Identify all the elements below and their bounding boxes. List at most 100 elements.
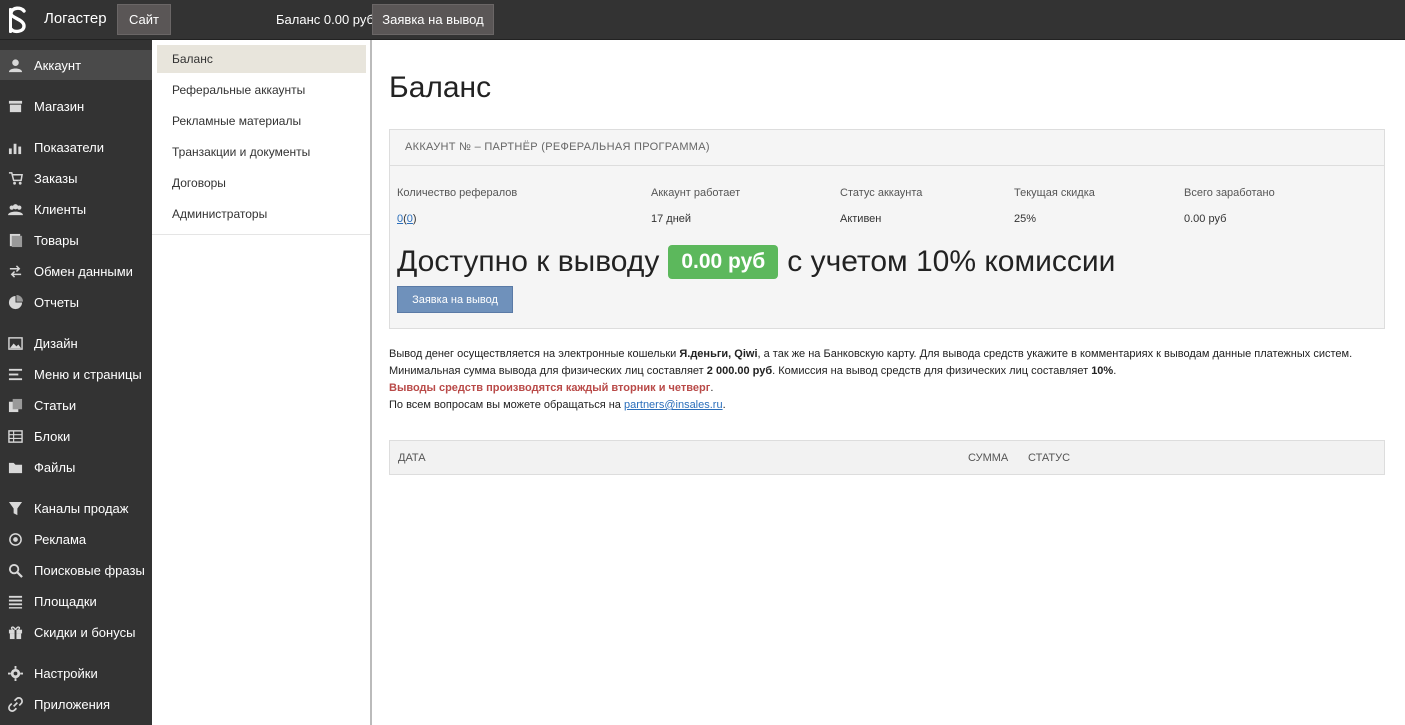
sidebar-item-label: Меню и страницы bbox=[34, 366, 142, 382]
available-suffix: с учетом 10% комиссии bbox=[787, 245, 1116, 278]
sidebar-item-label: Клиенты bbox=[34, 201, 87, 217]
stat-label-referrals: Количество рефералов bbox=[397, 187, 518, 199]
stat-value-account-age: 17 дней bbox=[651, 213, 692, 225]
sidebar-item-sales-channels[interactable]: Каналы продаж bbox=[0, 493, 152, 523]
info-line-contact: По всем вопросам вы можете обращаться на… bbox=[389, 399, 726, 411]
stat-label-account-status: Статус аккаунта bbox=[840, 187, 923, 199]
withdraw-request-button[interactable]: Заявка на вывод bbox=[372, 4, 494, 35]
sidebar: Аккаунт Магазин Показатели Заказы Клиент… bbox=[0, 40, 152, 725]
main-content: Баланс АККАУНТ № – ПАРТНЁР (РЕФЕРАЛЬНАЯ … bbox=[374, 40, 1405, 725]
gear-icon bbox=[7, 665, 23, 681]
subnav-divider bbox=[152, 234, 370, 235]
users-icon bbox=[7, 201, 23, 217]
sidebar-item-data-exchange[interactable]: Обмен данными bbox=[0, 256, 152, 286]
sidebar-item-orders[interactable]: Заказы bbox=[0, 163, 152, 193]
sidebar-item-apps[interactable]: Приложения bbox=[0, 689, 152, 719]
balance-display: Баланс 0.00 руб bbox=[276, 12, 374, 27]
filter-icon bbox=[7, 500, 23, 516]
sidebar-item-label: Товары bbox=[34, 232, 79, 248]
subnav-item-contracts[interactable]: Договоры bbox=[157, 169, 366, 197]
stat-value-account-status: Активен bbox=[840, 213, 882, 225]
available-prefix: Доступно к выводу bbox=[397, 245, 660, 278]
sidebar-item-articles[interactable]: Статьи bbox=[0, 390, 152, 420]
column-header-status[interactable]: СТАТУС bbox=[1028, 452, 1070, 464]
app-name[interactable]: Логастер bbox=[44, 10, 107, 27]
sidebar-item-label: Показатели bbox=[34, 139, 104, 155]
sidebar-item-label: Площадки bbox=[34, 593, 97, 609]
sidebar-item-label: Заказы bbox=[34, 170, 78, 186]
info-line-wallets: Вывод денег осуществляется на электронны… bbox=[389, 348, 1353, 360]
info-line-minimum: Минимальная сумма вывода для физических … bbox=[389, 365, 1117, 377]
list-icon bbox=[7, 593, 23, 609]
sidebar-item-label: Скидки и бонусы bbox=[34, 624, 136, 640]
sidebar-item-label: Обмен данными bbox=[34, 263, 133, 279]
site-button[interactable]: Сайт bbox=[117, 4, 171, 35]
sidebar-item-settings[interactable]: Настройки bbox=[0, 658, 152, 688]
pie-chart-icon bbox=[7, 294, 23, 310]
sidebar-item-label: Поисковые фразы bbox=[34, 562, 145, 578]
column-header-date[interactable]: ДАТА bbox=[398, 452, 426, 464]
logo-icon[interactable] bbox=[0, 0, 36, 40]
info-line-schedule: Выводы средств производятся каждый вторн… bbox=[389, 382, 714, 394]
withdrawal-info: Вывод денег осуществляется на электронны… bbox=[389, 346, 1364, 414]
withdrawals-table-header: ДАТА СУММА СТАТУС bbox=[389, 440, 1385, 475]
sidebar-item-label: Настройки bbox=[34, 665, 98, 681]
stat-label-total-earned: Всего заработано bbox=[1184, 187, 1275, 199]
target-icon bbox=[7, 531, 23, 547]
store-icon bbox=[7, 98, 23, 114]
available-amount-badge: 0.00 руб bbox=[668, 245, 779, 279]
products-icon bbox=[7, 232, 23, 248]
sidebar-item-advertising[interactable]: Реклама bbox=[0, 524, 152, 554]
sidebar-item-clients[interactable]: Клиенты bbox=[0, 194, 152, 224]
page-title: Баланс bbox=[389, 71, 492, 104]
sidebar-item-label: Реклама bbox=[34, 531, 87, 547]
top-bar: Логастер Сайт Баланс 0.00 руб Заявка на … bbox=[0, 0, 1405, 40]
sidebar-item-label: Приложения bbox=[34, 696, 111, 712]
stat-label-account-age: Аккаунт работает bbox=[651, 187, 741, 199]
sidebar-item-label: Магазин bbox=[34, 98, 85, 114]
withdraw-button[interactable]: Заявка на вывод bbox=[397, 286, 513, 313]
stat-label-discount: Текущая скидка bbox=[1014, 187, 1095, 199]
sidebar-item-store[interactable]: Магазин bbox=[0, 91, 152, 121]
sidebar-item-blocks[interactable]: Блоки bbox=[0, 421, 152, 451]
copy-icon bbox=[7, 397, 23, 413]
gift-icon bbox=[7, 624, 23, 640]
sidebar-item-reports[interactable]: Отчеты bbox=[0, 287, 152, 317]
sidebar-item-label: Блоки bbox=[34, 428, 71, 444]
table-icon bbox=[7, 428, 23, 444]
image-icon bbox=[7, 335, 23, 351]
sidebar-item-search-phrases[interactable]: Поисковые фразы bbox=[0, 555, 152, 585]
menu-icon bbox=[7, 366, 23, 382]
column-header-amount[interactable]: СУММА bbox=[968, 452, 1008, 464]
sidebar-item-design[interactable]: Дизайн bbox=[0, 328, 152, 358]
sidebar-item-products[interactable]: Товары bbox=[0, 225, 152, 255]
cart-icon bbox=[7, 170, 23, 186]
sidebar-item-label: Каналы продаж bbox=[34, 500, 129, 516]
sidebar-item-files[interactable]: Файлы bbox=[0, 452, 152, 482]
stat-value-referrals: 0(0) bbox=[397, 213, 417, 225]
stat-value-discount: 25% bbox=[1014, 213, 1037, 225]
sidebar-item-label: Статьи bbox=[34, 397, 77, 413]
referrals-close-paren: ) bbox=[412, 213, 417, 225]
sidebar-item-label: Аккаунт bbox=[34, 57, 82, 73]
folder-icon bbox=[7, 459, 23, 475]
subnav-item-referral-accounts[interactable]: Реферальные аккаунты bbox=[157, 76, 366, 104]
sidebar-item-discounts[interactable]: Скидки и бонусы bbox=[0, 617, 152, 647]
sidebar-item-platforms[interactable]: Площадки bbox=[0, 586, 152, 616]
sidebar-item-label: Файлы bbox=[34, 459, 76, 475]
sidebar-item-account[interactable]: Аккаунт bbox=[0, 50, 152, 80]
subnav-item-balance[interactable]: Баланс bbox=[157, 45, 366, 73]
panel-heading: АККАУНТ № – ПАРТНЁР (РЕФЕРАЛЬНАЯ ПРОГРАМ… bbox=[390, 130, 1384, 166]
contact-email-link[interactable]: partners@insales.ru bbox=[624, 399, 723, 411]
subnav-item-ad-materials[interactable]: Рекламные материалы bbox=[157, 107, 366, 135]
subnav-item-administrators[interactable]: Администраторы bbox=[157, 200, 366, 228]
account-panel: АККАУНТ № – ПАРТНЁР (РЕФЕРАЛЬНАЯ ПРОГРАМ… bbox=[389, 129, 1385, 329]
available-for-withdrawal: Доступно к выводу 0.00 руб с учетом 10% … bbox=[397, 245, 1115, 279]
sidebar-item-metrics[interactable]: Показатели bbox=[0, 132, 152, 162]
sub-navigation: Баланс Реферальные аккаунты Рекламные ма… bbox=[152, 40, 372, 725]
sidebar-item-label: Отчеты bbox=[34, 294, 79, 310]
sidebar-item-menus-pages[interactable]: Меню и страницы bbox=[0, 359, 152, 389]
user-icon bbox=[7, 57, 23, 73]
sidebar-item-label: Дизайн bbox=[34, 335, 78, 351]
subnav-item-transactions[interactable]: Транзакции и документы bbox=[157, 138, 366, 166]
